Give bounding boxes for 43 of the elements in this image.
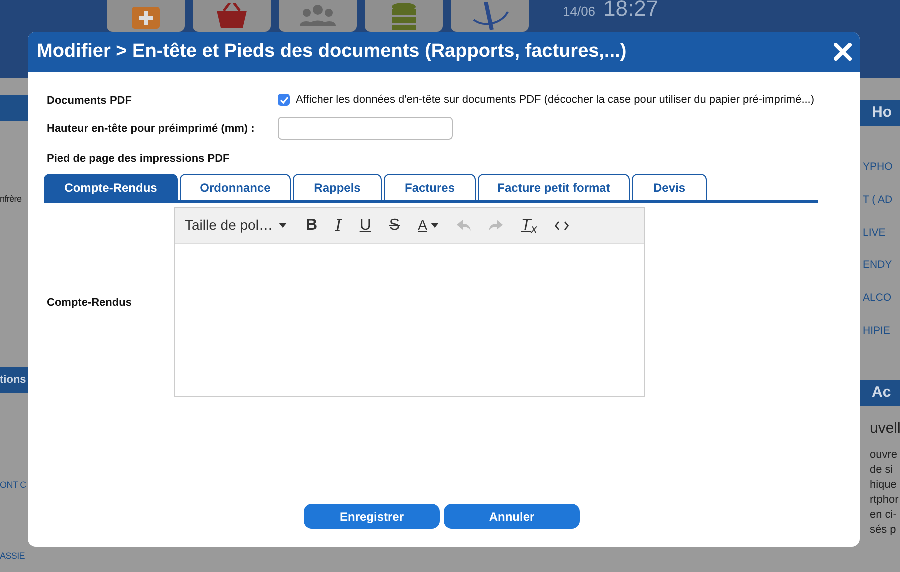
panel-text: nfrère: [0, 193, 23, 206]
panel-text: de si: [870, 463, 894, 478]
basket-icon[interactable]: [214, 3, 250, 29]
dialog-button[interactable]: Annuler: [444, 504, 580, 529]
tab[interactable]: Compte-Rendus: [44, 174, 178, 200]
date-text: 14/06: [563, 3, 596, 21]
panel-text: sés p: [870, 523, 898, 538]
text-color-button[interactable]: A: [409, 212, 448, 240]
checkbox-label: Afficher les données d'en-tête sur documents PDF (décocher la case pour utiliser du papier pré-imprimé...): [296, 92, 815, 108]
tab[interactable]: Facture petit format: [478, 174, 630, 200]
field-label: Compte-Rendus: [47, 297, 132, 309]
clock-time: 18:27: [604, 0, 659, 18]
caret-icon[interactable]: [431, 223, 440, 228]
panel-text: en ci-: [870, 508, 898, 523]
underline-button[interactable]: U: [350, 212, 380, 240]
tab[interactable]: Rappels: [293, 174, 382, 200]
dialog-button[interactable]: Enregistrer: [304, 504, 440, 529]
field-label: Hauteur en-tête pour préimprimé (mm) :: [47, 123, 255, 135]
italic-button[interactable]: I: [326, 212, 351, 240]
database-icon[interactable]: [390, 2, 418, 30]
caret-icon: [278, 223, 287, 228]
panel-header: Ho: [860, 100, 900, 126]
panel-text: ouvre: [870, 448, 899, 463]
tab[interactable]: Factures: [384, 174, 476, 200]
strikethrough-button[interactable]: S: [380, 212, 410, 240]
panel-text: hique: [870, 478, 898, 493]
clear-format-button[interactable]: T$_{x}$: [512, 212, 546, 240]
section-label: Pied de page des impressions PDF: [47, 153, 230, 165]
panel-text: rtphor: [870, 493, 900, 508]
tab[interactable]: Devis: [632, 174, 707, 200]
users-icon[interactable]: [298, 4, 338, 28]
tab[interactable]: Ordonnance: [180, 174, 291, 200]
close-icon[interactable]: [834, 43, 852, 61]
panel-header: tions: [0, 366, 28, 392]
dialog-title: Modifier > En-tête et Pieds des documents (Rapports, factures,...): [37, 40, 627, 64]
bold-button[interactable]: B: [296, 212, 326, 240]
panel-title: uvell: [869, 418, 900, 438]
checkbox[interactable]: [278, 94, 290, 106]
panel-header: [0, 95, 28, 121]
panel-header: Ac: [860, 380, 900, 406]
font-size-dropdown[interactable]: Taille de pol…: [185, 215, 287, 236]
field-label: Documents PDF: [47, 95, 132, 107]
input-field[interactable]: [278, 116, 453, 140]
